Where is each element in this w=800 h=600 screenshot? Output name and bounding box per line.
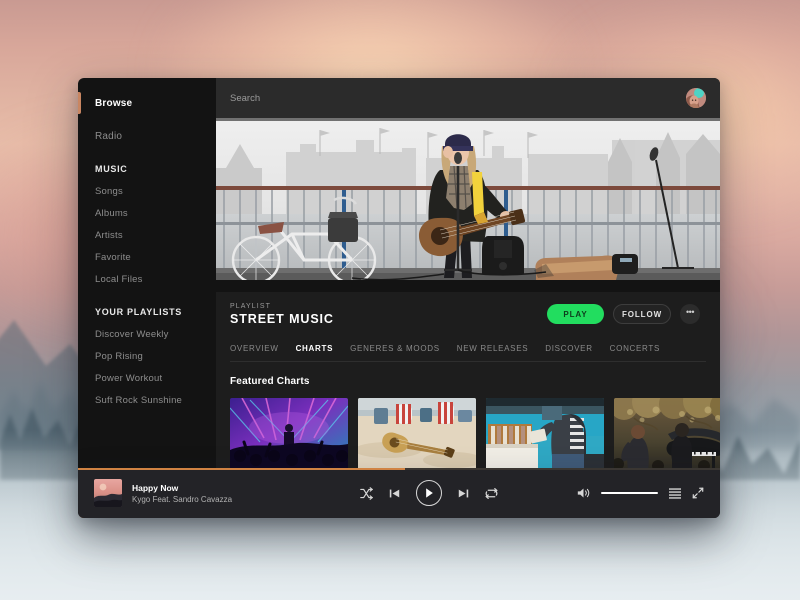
tab-label: NEW RELEASES — [456, 344, 529, 353]
more-options-button[interactable]: ••• — [680, 304, 700, 324]
sidebar-section-label: YOUR PLAYLISTS — [95, 307, 182, 317]
hero-image — [216, 118, 720, 292]
featured-charts-list — [230, 398, 720, 470]
ellipsis-icon: ••• — [686, 307, 694, 317]
track-title: Happy Now — [132, 482, 179, 493]
chart-card-image — [358, 398, 476, 470]
chart-card-image — [614, 398, 720, 470]
queue-list-icon[interactable] — [669, 487, 681, 499]
playlist-title-block: PLAYLIST STREET MUSIC — [230, 303, 547, 326]
search-input[interactable] — [230, 92, 686, 104]
tab-charts[interactable]: CHARTS — [296, 344, 334, 353]
follow-button-label: FOLLOW — [621, 309, 663, 319]
sidebar-item-songs[interactable]: Songs — [78, 180, 216, 202]
tab-bar: OVERVIEW CHARTS GENERES & MOODS NEW RELE… — [230, 336, 706, 362]
tab-generes-and-moods[interactable]: GENERES & MOODS — [350, 344, 440, 353]
repeat-icon[interactable] — [485, 487, 498, 500]
sidebar-item-label: Albums — [95, 207, 128, 219]
play-button[interactable] — [416, 480, 442, 506]
tab-label: GENERES & MOODS — [350, 344, 440, 353]
sidebar-item-label: Radio — [95, 130, 123, 142]
sidebar-section-music: MUSIC — [78, 158, 216, 180]
sidebar-item-label: Pop Rising — [95, 350, 143, 362]
sidebar-item-label: Browse — [95, 97, 133, 109]
sidebar-item-pop-rising[interactable]: Pop Rising — [78, 345, 216, 367]
sidebar-item-artists[interactable]: Artists — [78, 224, 216, 246]
tab-label: CONCERTS — [609, 344, 661, 353]
sidebar-item-albums[interactable]: Albums — [78, 202, 216, 224]
sidebar-item-discover-weekly[interactable]: Discover Weekly — [78, 323, 216, 345]
music-app-window: Browse Radio MUSIC Songs Albums Artists … — [78, 78, 720, 518]
now-playing: Happy Now Kygo Feat. Sandro Cavazza — [94, 479, 304, 507]
player-progress-track[interactable] — [78, 468, 720, 470]
tab-new-releases[interactable]: NEW RELEASES — [457, 344, 529, 353]
app-header — [216, 78, 720, 118]
previous-track-icon[interactable] — [389, 488, 400, 499]
transport-controls — [304, 480, 554, 506]
avatar-image — [686, 88, 706, 108]
follow-button[interactable]: FOLLOW — [613, 304, 671, 324]
play-button-label: PLAY — [563, 309, 588, 319]
tab-discover[interactable]: DISCOVER — [545, 344, 592, 353]
play-button[interactable]: PLAY — [547, 304, 604, 324]
track-artist: Kygo Feat. Sandro Cavazza — [132, 494, 233, 504]
sidebar-item-local-files[interactable]: Local Files — [78, 268, 216, 290]
tab-overview[interactable]: OVERVIEW — [230, 344, 279, 353]
volume-slider[interactable] — [601, 492, 658, 494]
album-art[interactable] — [94, 479, 122, 507]
section-heading-featured-charts: Featured Charts — [230, 376, 310, 387]
avatar[interactable] — [686, 88, 706, 108]
sidebar-item-suft-rock-sunshine[interactable]: Suft Rock Sunshine — [78, 389, 216, 411]
playlist-kicker: PLAYLIST — [230, 302, 271, 310]
player-bar: Happy Now Kygo Feat. Sandro Cavazza — [78, 468, 720, 518]
sidebar-section-label: MUSIC — [95, 164, 128, 174]
next-track-icon[interactable] — [458, 488, 469, 499]
tab-label: DISCOVER — [545, 344, 593, 353]
active-nav-marker — [78, 92, 81, 114]
sidebar-section-your-playlists: YOUR PLAYLISTS — [78, 301, 216, 323]
sidebar-item-browse[interactable]: Browse — [78, 92, 216, 114]
sidebar-item-label: Artists — [95, 229, 123, 241]
fullscreen-icon[interactable] — [692, 487, 704, 499]
tab-concerts[interactable]: CONCERTS — [610, 344, 660, 353]
album-art-image — [94, 479, 122, 507]
sidebar-item-label: Power Workout — [95, 372, 163, 384]
player-progress-fill — [78, 468, 406, 470]
sidebar-item-label: Suft Rock Sunshine — [95, 394, 183, 406]
sidebar-item-label: Discover Weekly — [95, 328, 169, 340]
playlist-header: PLAYLIST STREET MUSIC PLAY FOLLOW ••• — [216, 292, 720, 336]
page-title: STREET MUSIC — [230, 311, 334, 326]
chart-card[interactable] — [358, 398, 476, 470]
sidebar-item-favorite[interactable]: Favorite — [78, 246, 216, 268]
chart-card[interactable] — [230, 398, 348, 470]
sidebar-item-power-workout[interactable]: Power Workout — [78, 367, 216, 389]
sidebar-item-label: Favorite — [95, 251, 131, 263]
tab-label: OVERVIEW — [230, 344, 279, 353]
chart-card-image — [486, 398, 604, 470]
play-icon — [425, 488, 433, 498]
sidebar: Browse Radio MUSIC Songs Albums Artists … — [78, 78, 216, 518]
desktop-wallpaper: Browse Radio MUSIC Songs Albums Artists … — [0, 0, 800, 600]
volume-icon[interactable] — [577, 487, 590, 499]
chart-card-image — [230, 398, 348, 470]
sidebar-item-label: Local Files — [95, 273, 143, 285]
hero-artwork — [216, 118, 720, 292]
sidebar-item-radio[interactable]: Radio — [78, 125, 216, 147]
chart-card[interactable] — [614, 398, 720, 470]
main-panel: PLAYLIST STREET MUSIC PLAY FOLLOW ••• OV… — [78, 78, 720, 518]
player-right-controls — [554, 487, 704, 499]
sidebar-item-label: Songs — [95, 185, 123, 197]
shuffle-icon[interactable] — [360, 486, 373, 500]
tab-label: CHARTS — [295, 344, 334, 353]
track-info: Happy Now Kygo Feat. Sandro Cavazza — [132, 483, 232, 504]
chart-card[interactable] — [486, 398, 604, 470]
